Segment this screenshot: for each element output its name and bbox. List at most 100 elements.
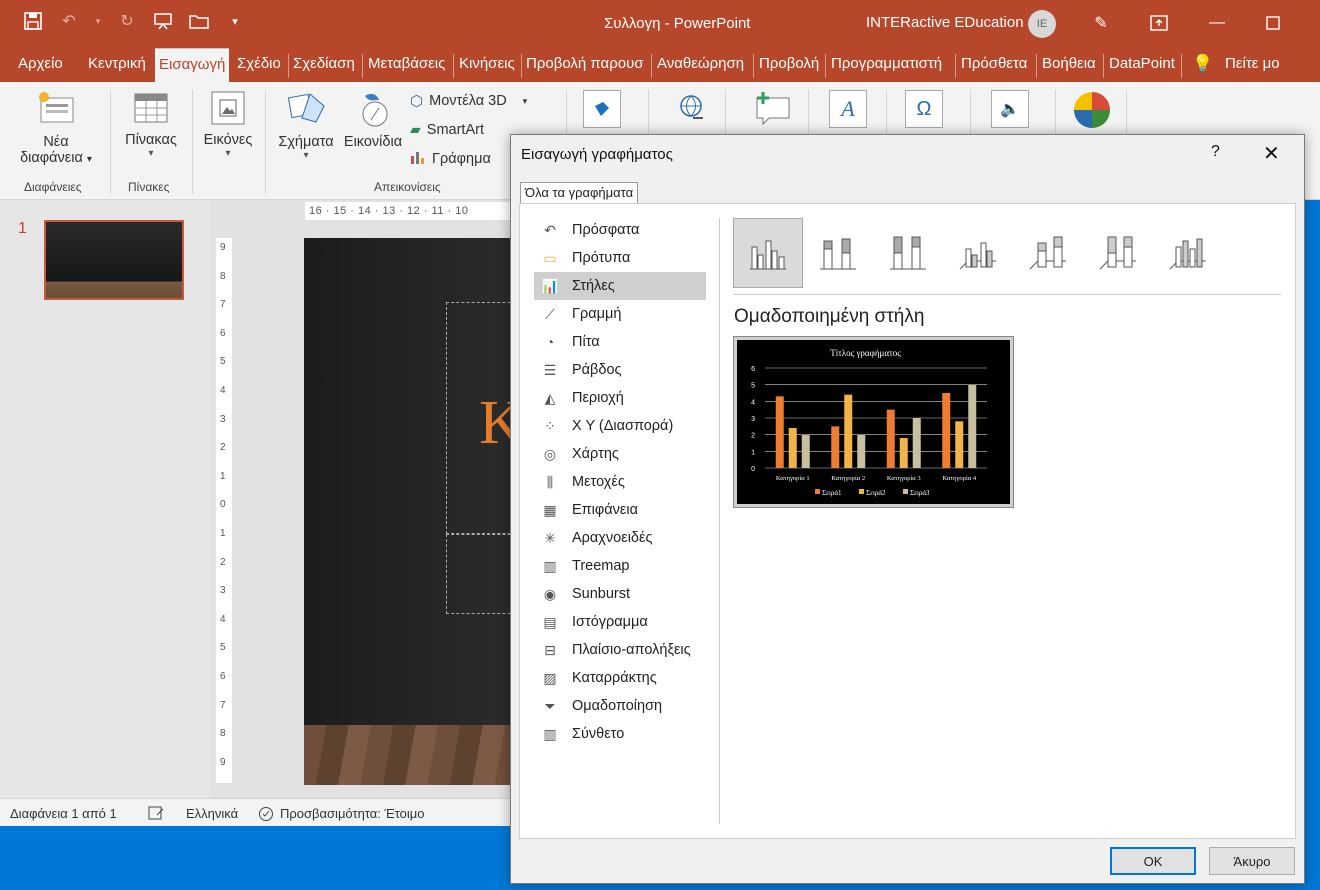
media-button[interactable]: 🔈 [990, 90, 1030, 134]
chart-category-item[interactable]: ◉ Sunburst [534, 580, 706, 608]
tab-home[interactable]: Κεντρική [88, 48, 146, 82]
subtype-3d-stacked-column[interactable] [1013, 218, 1083, 288]
tab-file[interactable]: Αρχείο [18, 48, 63, 82]
3d-models-button[interactable]: ⬡ Μοντέλα 3D ▾ [410, 92, 527, 110]
chart-category-item[interactable]: ⟋ Γραμμή [534, 300, 706, 328]
user-name[interactable]: INTERactive EDucation [866, 14, 1024, 31]
lightbulb-icon[interactable]: 💡 [1192, 48, 1213, 82]
tab-help[interactable]: Βοήθεια [1042, 48, 1096, 82]
chevron-down-icon[interactable]: ▾ [94, 10, 102, 32]
undo-icon[interactable]: ↶ [58, 10, 80, 32]
chart-category-item[interactable]: ▨ Καταρράκτης [534, 664, 706, 692]
chart-category-label: Επιφάνεια [572, 502, 639, 518]
cancel-button[interactable]: Άκυρο [1209, 847, 1295, 875]
language-indicator[interactable]: Ελληνικά [186, 806, 238, 821]
tab-addins[interactable]: Πρόσθετα [961, 48, 1027, 82]
slide-thumbnail[interactable] [44, 220, 184, 300]
ruler-tick-label: 1 [220, 528, 226, 539]
shapes-icon [286, 90, 326, 128]
tab-design[interactable]: Σχεδίαση [293, 48, 355, 82]
group-separator [192, 90, 193, 194]
icons-button[interactable]: Εικονίδια [340, 90, 406, 150]
subtype-3d-100-stacked-column[interactable] [1083, 218, 1153, 288]
avatar[interactable]: IE [1028, 10, 1056, 38]
subtitle-placeholder[interactable] [446, 534, 510, 614]
tab-datapoint[interactable]: DataPoint [1109, 48, 1175, 82]
chart-category-item[interactable]: 📊 Στήλες [534, 272, 706, 300]
legend-label: Σειρά3 [910, 489, 930, 497]
close-icon[interactable]: ✕ [1263, 141, 1280, 166]
datapoint-button[interactable] [1070, 90, 1114, 136]
slide-canvas[interactable]: K [304, 238, 510, 785]
tab-developer[interactable]: Προγραμματιστή [831, 48, 953, 82]
subtype-clustered-column[interactable] [733, 218, 803, 288]
tab-draw[interactable]: Σχέδιο [237, 48, 281, 82]
chart-category-item[interactable]: ◭ Περιοχή [534, 384, 706, 412]
tab-insert[interactable]: Εισαγωγή [155, 48, 230, 82]
minimize-icon[interactable]: — [1204, 10, 1230, 36]
addins-button[interactable] [582, 90, 622, 134]
notes-icon[interactable] [148, 806, 164, 823]
chart-category-item[interactable]: ▥ Σύνθετο [534, 720, 706, 748]
new-slide-button[interactable]: Νέα διαφάνεια ▾ [12, 90, 100, 166]
tab-animations[interactable]: Κινήσεις [459, 48, 515, 82]
status-bar: Διαφάνεια 1 από 1 Ελληνικά Προσβασιμότητ… [0, 798, 510, 826]
accessibility-icon[interactable] [258, 806, 274, 825]
comment-button[interactable] [752, 90, 794, 134]
insert-chart-dialog: Εισαγωγή γραφήματος ? ✕ Όλα τα γραφήματα… [510, 134, 1305, 884]
tab-all-charts[interactable]: Όλα τα γραφήματα [520, 182, 639, 204]
accessibility-status[interactable]: Προσβασιμότητα: Έτοιμο [280, 806, 425, 821]
save-icon[interactable] [22, 10, 44, 32]
tab-review[interactable]: Αναθεώρηση [657, 48, 744, 82]
chart-category-item[interactable]: ◔ Πίτα [534, 328, 706, 356]
smartart-button[interactable]: ▰ SmartArt [410, 121, 484, 138]
subtype-stacked-column[interactable] [803, 218, 873, 288]
chart-category-item[interactable]: ☰ Ράβδος [534, 356, 706, 384]
chart-category-item[interactable]: ▭ Πρότυπα [534, 244, 706, 272]
chart-category-item[interactable]: ⏷ Ομαδοποίηση [534, 692, 706, 720]
table-label: Πίνακας [125, 132, 177, 148]
bar [801, 434, 810, 468]
chart-category-item[interactable]: ▦ Επιφάνεια [534, 496, 706, 524]
tab-view[interactable]: Προβολή [759, 48, 819, 82]
present-from-start-icon[interactable] [152, 10, 174, 32]
open-folder-icon[interactable] [188, 10, 210, 32]
new-comment-icon [753, 90, 793, 128]
chart-category-item[interactable]: ◎ Χάρτης [534, 440, 706, 468]
subtype-3d-column[interactable] [1153, 218, 1223, 288]
shapes-button[interactable]: Σχήματα ▾ [273, 90, 339, 161]
images-button[interactable]: Εικόνες ▾ [198, 90, 258, 159]
dialog-title: Εισαγωγή γραφήματος [521, 146, 673, 163]
table-button[interactable]: Πίνακας ▾ [118, 90, 184, 159]
textbox-button[interactable]: A [828, 90, 868, 134]
tab-separator [753, 54, 754, 78]
chart-category-item[interactable]: ▤ Ιστόγραμμα [534, 608, 706, 636]
x-tick-label: Κατηγορία 4 [942, 475, 976, 482]
chart-category-item[interactable]: ⫼ Μετοχές [534, 468, 706, 496]
ok-button[interactable]: OK [1110, 847, 1196, 875]
tab-slideshow[interactable]: Προβολή παρουσ [526, 48, 650, 82]
chevron-down-icon: ▾ [303, 150, 309, 161]
subtype-3d-clustered-column[interactable] [943, 218, 1013, 288]
chart-category-item[interactable]: ✳ Αραχνοειδές [534, 524, 706, 552]
chart-category-item[interactable]: ↶ Πρόσφατα [534, 216, 706, 244]
redo-icon[interactable]: ↻ [116, 10, 138, 32]
chart-category-label: X Y (Διασπορά) [572, 418, 674, 434]
chart-category-item[interactable]: ⁘ X Y (Διασπορά) [534, 412, 706, 440]
tell-me-search[interactable]: Πείτε μο [1225, 48, 1280, 82]
pen-icon[interactable]: ✎ [1088, 10, 1114, 36]
customize-qat-icon[interactable]: ▾ [224, 10, 246, 32]
subtype-100-stacked-column[interactable] [873, 218, 943, 288]
link-button[interactable] [672, 90, 712, 134]
map-chart-icon: ◎ [543, 445, 557, 462]
chart-button[interactable]: Γράφημα [410, 150, 491, 168]
chart-preview[interactable]: Τίτλος γραφήματος 0 1 2 3 4 5 6 Κατηγορία 1 Κατηγ… [733, 336, 1014, 508]
ribbon-display-icon[interactable] [1146, 10, 1172, 36]
help-button[interactable]: ? [1211, 143, 1220, 161]
tab-transitions[interactable]: Μεταβάσεις [368, 48, 445, 82]
chart-category-label: Ομαδοποίηση [572, 698, 663, 714]
symbols-button[interactable]: Ω [904, 90, 944, 134]
chart-category-item[interactable]: ▥ Treemap [534, 552, 706, 580]
maximize-icon[interactable] [1260, 10, 1286, 36]
chart-category-item[interactable]: ⊟ Πλαίσιο-απολήξεις [534, 636, 706, 664]
